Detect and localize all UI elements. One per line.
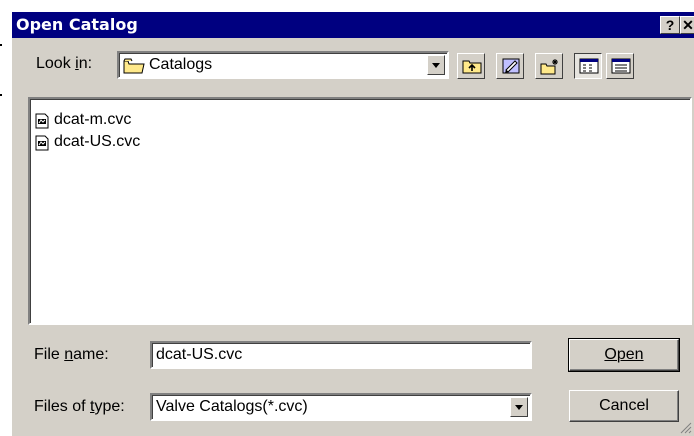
look-in-label: Look in:: [36, 55, 93, 72]
new-folder-button[interactable]: [535, 53, 563, 79]
list-view-button[interactable]: [574, 53, 602, 79]
help-icon: ?: [665, 17, 675, 33]
file-type-label: Files of type:: [34, 398, 125, 415]
details-view-button[interactable]: [606, 53, 634, 79]
help-button[interactable]: ?: [660, 16, 680, 34]
desktop-icon: [502, 58, 520, 74]
file-type-value: Valve Catalogs(*.cvc): [156, 398, 308, 415]
file-name-label: File name:: [34, 346, 109, 363]
look-in-value: Catalogs: [149, 56, 213, 73]
folder-icon: [123, 57, 145, 80]
edge-mark-top: [0, 44, 2, 46]
desktop-button[interactable]: [496, 53, 524, 79]
new-folder-icon: [540, 59, 558, 75]
file-name-value: dcat-US.cvc: [156, 346, 243, 363]
edge-mark-bottom: [0, 94, 2, 96]
file-list[interactable]: dcat-m.cvc dcat-US.cvc: [28, 97, 692, 325]
cancel-button[interactable]: Cancel: [569, 390, 679, 422]
file-type-dropdown-button[interactable]: [510, 397, 528, 417]
file-name-input[interactable]: dcat-US.cvc: [150, 341, 532, 369]
open-catalog-dialog: Open Catalog ? ✕ Look in: Catalogs dcat-…: [10, 10, 694, 436]
catalog-file-icon: [34, 135, 50, 156]
details-view-icon: [611, 58, 631, 74]
list-view-icon: [579, 58, 599, 74]
catalog-file-icon: [34, 113, 50, 134]
cancel-button-label: Cancel: [599, 397, 649, 414]
up-one-level-button[interactable]: [457, 53, 485, 79]
resize-grip-icon[interactable]: [680, 422, 692, 434]
file-type-combo[interactable]: Valve Catalogs(*.cvc): [150, 393, 532, 421]
open-button[interactable]: Open: [568, 338, 680, 372]
open-button-label: Open: [604, 346, 644, 363]
look-in-combo[interactable]: Catalogs: [117, 51, 449, 79]
close-button[interactable]: ✕: [680, 16, 694, 34]
title-bar[interactable]: Open Catalog ? ✕: [12, 12, 694, 38]
file-name-text: dcat-m.cvc: [54, 111, 132, 128]
dialog-title: Open Catalog: [16, 15, 138, 34]
look-in-dropdown-button[interactable]: [427, 55, 445, 75]
up-one-level-icon: [462, 60, 482, 74]
close-icon: ✕: [682, 17, 694, 33]
file-name-text: dcat-US.cvc: [54, 133, 141, 150]
